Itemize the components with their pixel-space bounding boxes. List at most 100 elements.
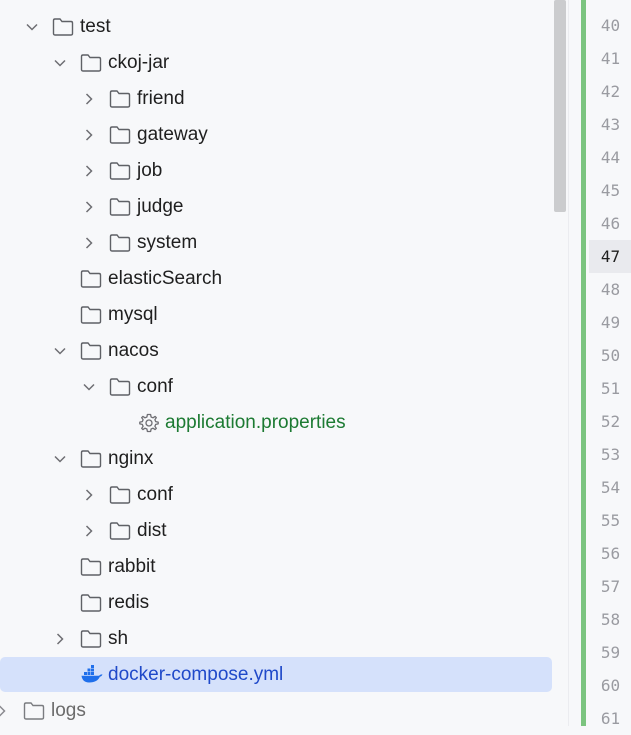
- tree-item-job[interactable]: job: [0, 154, 552, 188]
- tree-item-test[interactable]: test: [0, 10, 552, 44]
- chevron-right-icon[interactable]: [81, 91, 97, 107]
- tree-item-label: elasticSearch: [108, 268, 223, 289]
- vertical-scrollbar[interactable]: [552, 0, 568, 726]
- tree-item-mysql[interactable]: mysql: [0, 298, 552, 332]
- line-number: 42: [600, 82, 621, 101]
- folder-icon: [109, 197, 131, 217]
- line-number: 53: [600, 445, 621, 464]
- tree-item-label: conf: [137, 376, 173, 397]
- tree-item-label: application.properties: [165, 412, 346, 433]
- tree-item-system[interactable]: system: [0, 226, 552, 260]
- tree-item-label: dist: [137, 520, 167, 541]
- line-number: 56: [600, 544, 621, 563]
- chevron-right-icon[interactable]: [0, 703, 10, 719]
- line-number: 45: [600, 181, 621, 200]
- folder-icon: [109, 377, 131, 397]
- tree-item-label: gateway: [137, 124, 208, 145]
- tree-item-label: nginx: [108, 448, 154, 469]
- tree-item-label: conf: [137, 484, 173, 505]
- tree-item-label: nacos: [108, 340, 159, 361]
- folder-icon: [23, 701, 45, 721]
- folder-icon: [80, 53, 102, 73]
- line-number: 44: [600, 148, 621, 167]
- chevron-right-icon[interactable]: [81, 163, 97, 179]
- chevron-right-icon[interactable]: [81, 127, 97, 143]
- folder-icon: [80, 449, 102, 469]
- line-number: 46: [600, 214, 621, 233]
- tree-item-gateway[interactable]: gateway: [0, 118, 552, 152]
- tree-item-label: rabbit: [108, 556, 156, 577]
- tree-item-label: docker-compose.yml: [108, 664, 284, 685]
- tree-item-nginx[interactable]: nginx: [0, 442, 552, 476]
- chevron-down-icon[interactable]: [52, 343, 68, 359]
- folder-icon: [109, 161, 131, 181]
- gear-icon: [138, 412, 160, 434]
- vcs-added-marker: [581, 0, 586, 726]
- line-number: 51: [600, 379, 621, 398]
- tree-item-elasticsearch[interactable]: elasticSearch: [0, 262, 552, 296]
- line-number: 52: [600, 412, 621, 431]
- line-number: 57: [600, 577, 621, 596]
- chevron-right-icon[interactable]: [52, 631, 68, 647]
- tree-item-conf[interactable]: conf: [0, 478, 552, 512]
- tree-item-label: ckoj-jar: [108, 52, 170, 73]
- tree-item-label: mysql: [108, 304, 158, 325]
- line-number: 58: [600, 610, 621, 629]
- tree-item-label: friend: [137, 88, 185, 109]
- folder-icon: [109, 521, 131, 541]
- chevron-right-icon[interactable]: [81, 235, 97, 251]
- tree-item-sh[interactable]: sh: [0, 622, 552, 656]
- line-number-current: 47: [589, 240, 631, 273]
- chevron-down-icon[interactable]: [52, 55, 68, 71]
- folder-icon: [109, 233, 131, 253]
- tree-item-label: job: [137, 160, 163, 181]
- tree-item-application-properties[interactable]: application.properties: [0, 406, 552, 440]
- line-number: 60: [600, 676, 621, 695]
- chevron-right-icon[interactable]: [81, 523, 97, 539]
- tree-item-judge[interactable]: judge: [0, 190, 552, 224]
- folder-icon: [52, 17, 74, 37]
- line-number: 59: [600, 643, 621, 662]
- tree-item-logs[interactable]: logs: [0, 694, 552, 728]
- tree-item-rabbit[interactable]: rabbit: [0, 550, 552, 584]
- folder-icon: [80, 593, 102, 613]
- chevron-down-icon[interactable]: [24, 19, 40, 35]
- tree-item-label: judge: [137, 196, 184, 217]
- folder-icon: [80, 629, 102, 649]
- folder-icon: [109, 89, 131, 109]
- tree-item-dist[interactable]: dist: [0, 514, 552, 548]
- line-number: 48: [600, 280, 621, 299]
- line-number: 55: [600, 511, 621, 530]
- line-number: 41: [600, 49, 621, 68]
- tree-item-friend[interactable]: friend: [0, 82, 552, 116]
- tree-item-label: redis: [108, 592, 150, 613]
- chevron-down-icon[interactable]: [52, 451, 68, 467]
- tree-item-label: system: [137, 232, 198, 253]
- line-number: 54: [600, 478, 621, 497]
- line-number: 61: [600, 709, 621, 728]
- tree-item-docker-compose[interactable]: docker-compose.yml: [0, 657, 552, 692]
- tree-item-redis[interactable]: redis: [0, 586, 552, 620]
- line-number: 50: [600, 346, 621, 365]
- chevron-right-icon[interactable]: [81, 199, 97, 215]
- tree-item-ckoj-jar[interactable]: ckoj-jar: [0, 46, 552, 80]
- chevron-right-icon[interactable]: [81, 487, 97, 503]
- tree-item-label: sh: [108, 628, 129, 649]
- tree-item-nacos[interactable]: nacos: [0, 334, 552, 368]
- editor-gutter: 40 41 42 43 44 45 46 47 48 49 50 51 52 5…: [568, 0, 631, 728]
- tree-item-label: logs: [51, 700, 86, 721]
- folder-icon: [80, 341, 102, 361]
- project-tree: test ckoj-jar friend gateway job judge s…: [0, 0, 568, 726]
- folder-icon: [109, 485, 131, 505]
- docker-icon: [80, 663, 104, 685]
- line-number: 49: [600, 313, 621, 332]
- folder-icon: [80, 557, 102, 577]
- line-number: 40: [600, 16, 621, 35]
- folder-icon: [80, 269, 102, 289]
- chevron-down-icon[interactable]: [81, 379, 97, 395]
- tree-item-label: test: [80, 16, 111, 37]
- scrollbar-thumb[interactable]: [554, 0, 566, 212]
- tree-item-conf[interactable]: conf: [0, 370, 552, 404]
- folder-icon: [109, 125, 131, 145]
- line-number: 43: [600, 115, 621, 134]
